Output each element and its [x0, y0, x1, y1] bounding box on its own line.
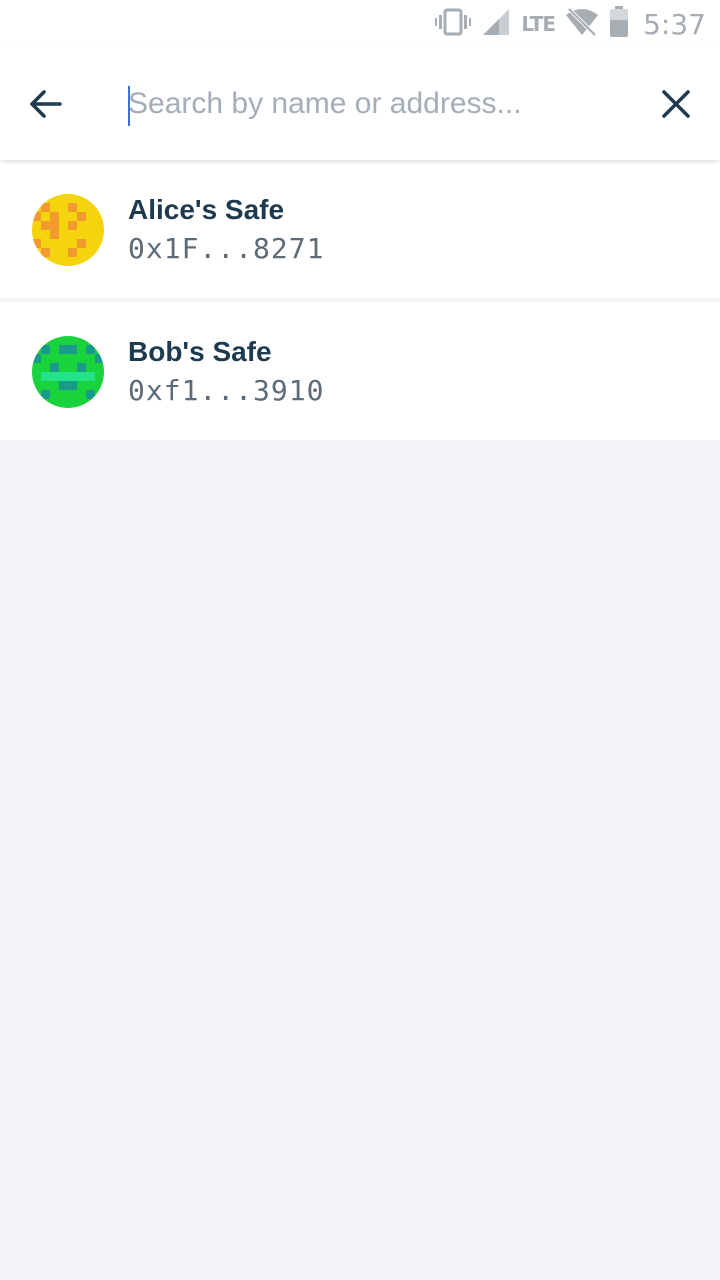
- safe-name: Alice's Safe: [128, 194, 285, 225]
- safe-address: 0x1F...8271: [128, 232, 325, 265]
- clock: 5:37: [643, 7, 706, 41]
- safe-list: Alice's Safe 0x1F...8271 Bob's Safe 0xf1…: [0, 160, 720, 440]
- status-bar: LTE 5:37: [0, 0, 720, 48]
- safe-address: 0xf1...3910: [128, 374, 325, 407]
- search-header: [0, 48, 720, 160]
- safe-name: Bob's Safe: [128, 336, 272, 367]
- signal-icon: [481, 7, 511, 42]
- vibrate-icon: [435, 7, 472, 42]
- safe-avatar: [32, 336, 104, 408]
- safe-list-item[interactable]: Alice's Safe 0x1F...8271: [0, 160, 720, 298]
- arrow-left-icon: [30, 90, 62, 118]
- clear-search-button[interactable]: [652, 80, 700, 128]
- text-caret: [128, 86, 130, 126]
- status-icons: LTE 5:37: [435, 5, 706, 43]
- network-type: LTE: [521, 12, 556, 36]
- battery-icon: [609, 5, 629, 43]
- close-icon: [662, 90, 690, 118]
- wifi-off-icon: [565, 7, 599, 42]
- safe-avatar: [32, 194, 104, 266]
- safe-list-item[interactable]: Bob's Safe 0xf1...3910: [0, 302, 720, 440]
- search-input[interactable]: [128, 82, 628, 126]
- back-button[interactable]: [22, 80, 70, 128]
